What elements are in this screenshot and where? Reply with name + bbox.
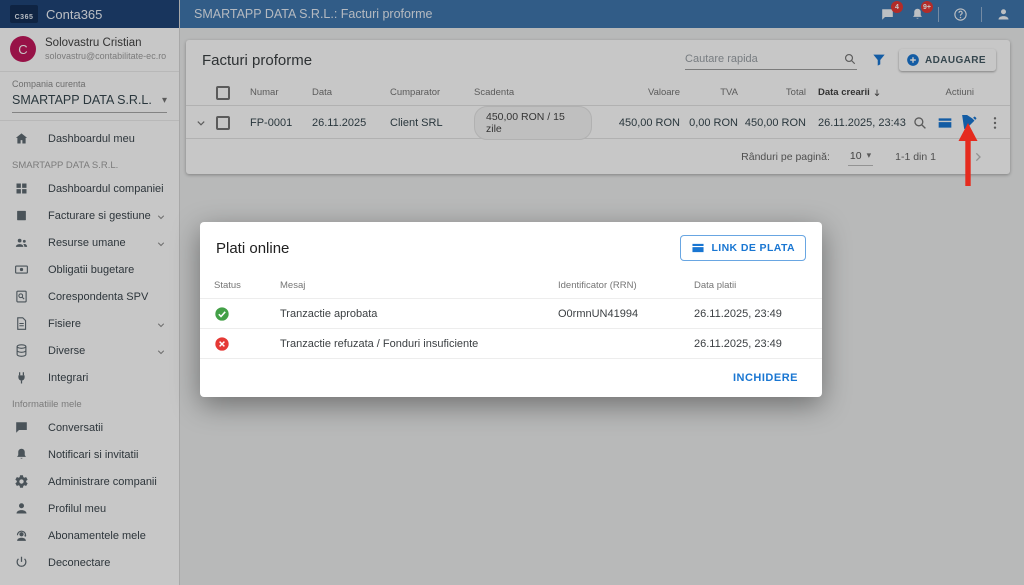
payment-row-approved: Tranzactie aprobata O0rmnUN41994 26.11.2… — [200, 299, 822, 329]
payment-link-button[interactable]: LINK DE PLATA — [680, 235, 806, 261]
payment-message: Tranzactie refuzata / Fonduri insuficien… — [280, 338, 558, 350]
close-button[interactable]: INCHIDERE — [725, 366, 806, 390]
payment-rrn: O0rmnUN41994 — [558, 308, 694, 320]
payments-modal: Plati online LINK DE PLATA Status Mesaj … — [200, 222, 822, 397]
modal-title: Plati online — [216, 240, 289, 257]
payment-row-declined: Tranzactie refuzata / Fonduri insuficien… — [200, 329, 822, 359]
app-window: C365 Conta365 C Solovastru Cristian solo… — [0, 0, 1024, 585]
payment-date: 26.11.2025, 23:49 — [694, 338, 808, 350]
error-x-icon — [214, 336, 230, 352]
success-check-icon — [214, 306, 230, 322]
payment-date: 26.11.2025, 23:49 — [694, 308, 808, 320]
card-icon — [691, 241, 705, 255]
modal-table-header: Status Mesaj Identificator (RRN) Data pl… — [200, 272, 822, 299]
annotation-arrow — [948, 121, 988, 189]
payment-message: Tranzactie aprobata — [280, 308, 558, 320]
